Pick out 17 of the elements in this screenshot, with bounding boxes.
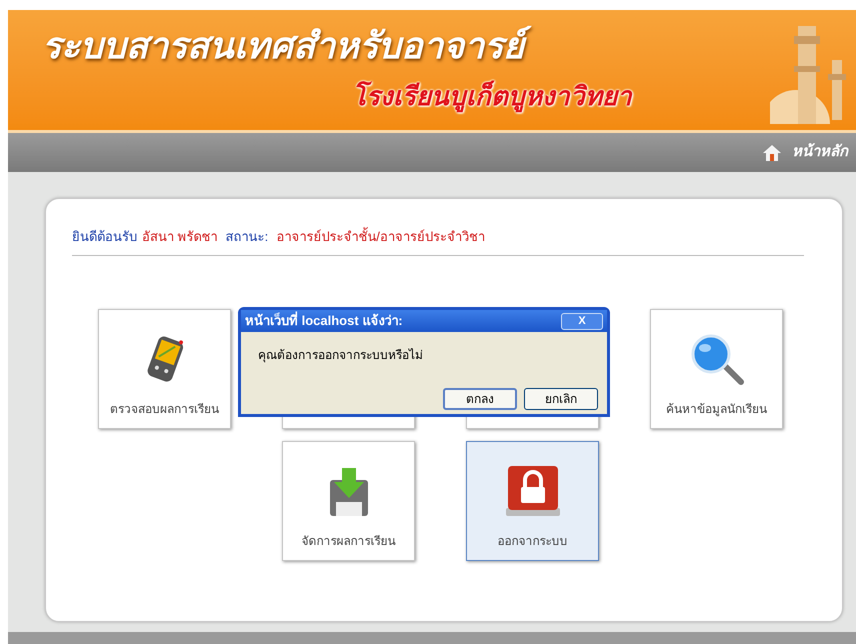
- magnifier-icon: [688, 332, 744, 386]
- dialog-button[interactable]: ตกลง: [443, 388, 517, 410]
- close-button[interactable]: X: [561, 312, 603, 330]
- dialog-button[interactable]: ยกเลิก: [524, 388, 598, 410]
- welcome-text: ยินดีต้อนรับ: [72, 228, 137, 246]
- menu-tile[interactable]: ตรวจสอบผลการเรียน: [98, 308, 231, 428]
- menu-tile[interactable]: ออกจากระบบ: [466, 440, 599, 560]
- status-value: อาจารย์ประจำชั้น/อาจารย์ประจำวิชา: [276, 227, 485, 246]
- dialog-message: คุณต้องการออกจากระบบหรือไม่: [258, 347, 424, 364]
- home-icon[interactable]: [762, 144, 782, 162]
- menu-tile[interactable]: จัดการผลการเรียน: [282, 440, 415, 560]
- site-title: ระบบสารสนเทศสำหรับอาจารย์: [42, 18, 534, 74]
- status-label: สถานะ:: [226, 228, 268, 246]
- user-name: อัสนา พรัดชา: [142, 228, 218, 246]
- school-name: โรงเรียนบูเก็ตบูหงาวิทยา: [352, 80, 634, 114]
- dialog-title: หน้าเว็บที่ localhost แจ้งว่า:: [245, 311, 403, 330]
- menu-tile[interactable]: ค้นหาข้อมูลนักเรียน: [650, 308, 783, 428]
